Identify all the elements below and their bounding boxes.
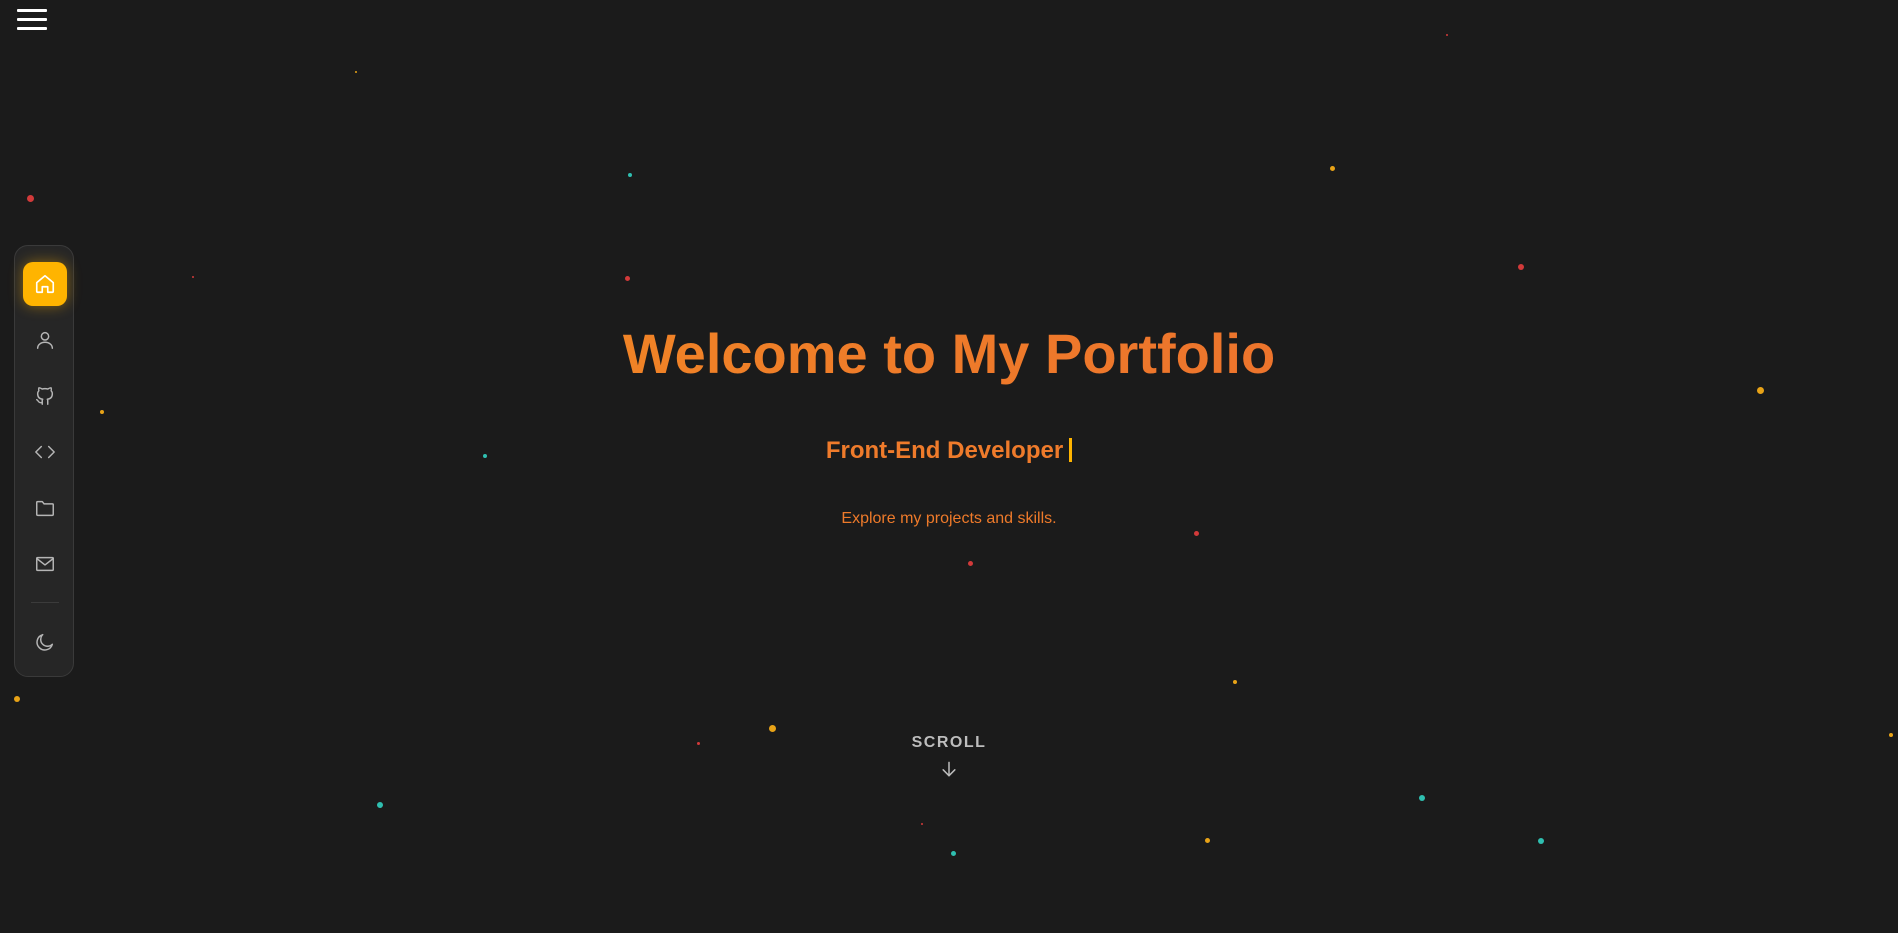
particle [1518,264,1524,270]
particle [1419,795,1425,801]
particle [769,725,776,732]
particle [100,410,104,414]
particle [14,696,20,702]
particle [377,802,383,808]
hero-tagline: Explore my projects and skills. [841,510,1057,527]
particle-background [0,0,1898,933]
scroll-label: SCROLL [911,734,987,751]
particle [628,173,632,177]
particle [697,742,700,745]
sidebar-item-contact[interactable] [23,542,67,586]
particle [192,276,194,278]
scroll-indicator[interactable]: SCROLL [899,733,999,779]
particle [1194,531,1199,536]
sidebar-item-home[interactable] [23,262,67,306]
typed-role-text: Front-End Developer [825,437,1064,464]
particle [1330,166,1335,171]
sidebar-divider [31,602,59,603]
portfolio-page: Welcome to My Portfolio Front-End Develo… [0,0,1898,933]
hamburger-menu-icon[interactable] [17,8,47,32]
particle [951,851,956,856]
arrow-down-icon [942,761,956,777]
moon-icon [36,633,54,651]
particle [355,71,357,73]
particle [921,823,923,825]
particle [1889,733,1893,737]
particle [1538,838,1544,844]
typing-caret [1069,438,1073,462]
particle [1233,680,1237,684]
particle [968,561,973,566]
particle [27,195,34,202]
theme-toggle-button[interactable] [23,620,67,664]
mail-icon [36,556,54,572]
particle [1446,34,1448,36]
particle [1205,838,1210,843]
hero-subtitle: Front-End Developer [0,436,1898,466]
hero-title: Welcome to My Portfolio [0,318,1898,390]
particle [625,276,630,281]
home-icon [35,274,55,294]
hero-title-text: Welcome to My Portfolio [622,322,1276,385]
